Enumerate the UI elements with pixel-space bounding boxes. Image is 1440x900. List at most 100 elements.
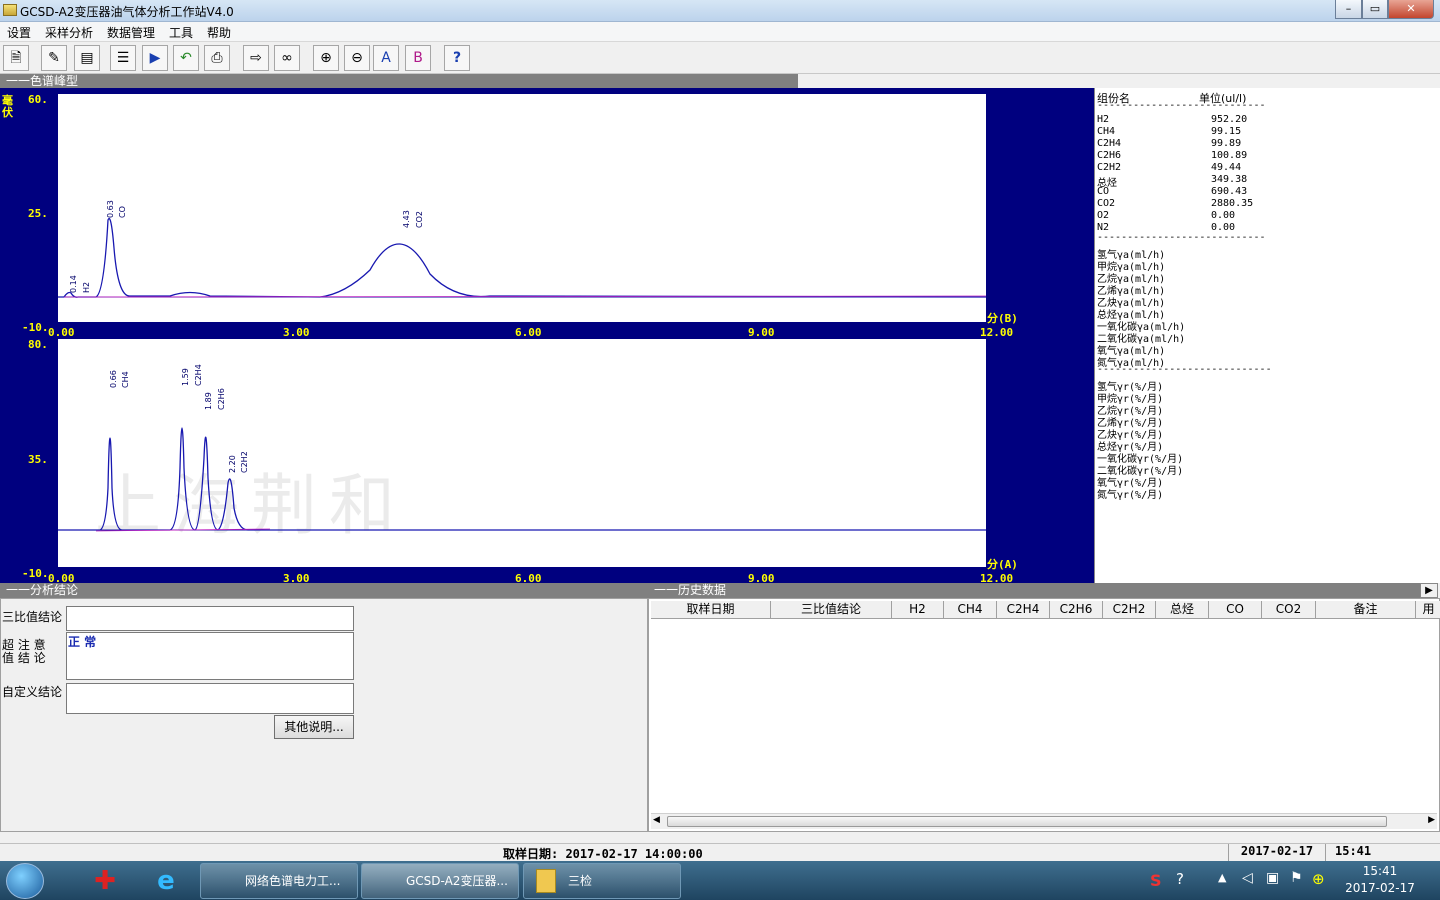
result-name: C2H2: [1097, 162, 1122, 173]
result-value: 100.89: [1211, 150, 1248, 161]
status-date: 2017-02-17: [1228, 844, 1326, 861]
history-col-header[interactable]: 备注: [1316, 601, 1416, 619]
menu-data[interactable]: 数据管理: [107, 24, 155, 41]
peak-name-ch4: CH4: [121, 371, 130, 388]
status-sample-date: 取样日期: 2017-02-17 14:00:00: [503, 847, 703, 861]
history-col-header[interactable]: CO: [1209, 601, 1262, 619]
folder-icon: [536, 869, 556, 893]
history-col-header[interactable]: 三比值结论: [771, 601, 892, 619]
undo-icon[interactable]: ↶: [173, 45, 199, 71]
run-icon[interactable]: ▶: [142, 45, 168, 71]
help-tray-icon[interactable]: ?: [1176, 870, 1184, 888]
open-file-icon[interactable]: 🗎: [3, 45, 29, 71]
history-col-header[interactable]: C2H6: [1050, 601, 1103, 619]
app-icon: [3, 4, 17, 16]
taskbar-item-gcsd[interactable]: GCSD-A2变压器...: [361, 863, 519, 899]
history-col-header[interactable]: C2H4: [997, 601, 1050, 619]
status-bar: 取样日期: 2017-02-17 14:00:00 2017-02-17 15:…: [0, 843, 1440, 861]
update-icon[interactable]: ⊕: [1312, 870, 1325, 888]
start-button[interactable]: [6, 863, 44, 899]
results-panel: 组份名 单位(ul/l) ---------------------------…: [1094, 88, 1440, 583]
history-panel: 取样日期 三比值结论 H2 CH4 C2H4 C2H6 C2H2 总烃 CO CO2 备注用 ◀ ▶: [648, 598, 1440, 832]
top-ytick-0: 60.: [28, 93, 48, 106]
help-icon[interactable]: ?: [444, 45, 470, 71]
window-title: GCSD-A2变压器油气体分析工作站V4.0: [20, 5, 234, 19]
menu-tools[interactable]: 工具: [169, 24, 193, 41]
history-expand-icon[interactable]: ▶: [1420, 583, 1438, 598]
menu-settings[interactable]: 设置: [7, 24, 31, 41]
taskbar-item-network[interactable]: 网络色谱电力工...: [200, 863, 358, 899]
y-axis-label-2: 伏: [2, 105, 13, 119]
clock-time[interactable]: 15:41: [1340, 864, 1420, 878]
history-col-header[interactable]: CH4: [944, 601, 997, 619]
volume-icon[interactable]: ◁: [1242, 870, 1253, 886]
history-col-header[interactable]: CO2: [1262, 601, 1316, 619]
bottom-unit-label: 分(A): [987, 557, 1018, 571]
menu-sampling[interactable]: 采样分析: [45, 24, 93, 41]
network-icon[interactable]: ▣: [1266, 870, 1279, 886]
history-hscrollbar[interactable]: ◀ ▶: [651, 813, 1437, 829]
edit-icon[interactable]: ✎: [41, 45, 67, 71]
history-col-header[interactable]: 用: [1416, 601, 1440, 619]
bottom-xtick-0: 0.00: [48, 572, 75, 583]
status-time: 15:41: [1335, 844, 1372, 858]
top-plot-bg: [58, 94, 986, 322]
taskbar-item-label: GCSD-A2变压器...: [406, 874, 508, 888]
list-icon[interactable]: ☰: [110, 45, 136, 71]
result-value: 690.43: [1211, 186, 1248, 197]
results-separator: ----------------------------: [1097, 232, 1266, 243]
menu-help[interactable]: 帮助: [207, 24, 231, 41]
peak-time-c2h4: 1.59: [181, 368, 190, 386]
top-xtick-2: 6.00: [515, 326, 542, 339]
bottom-xtick-1: 3.00: [283, 572, 310, 583]
binoculars-icon[interactable]: ∞: [274, 45, 300, 71]
sogou-icon[interactable]: S: [1150, 871, 1162, 890]
ratio-conclusion-label: 三比值结论: [2, 610, 63, 624]
other-notes-button[interactable]: 其他说明...: [274, 715, 354, 739]
history-col-header[interactable]: H2: [892, 601, 944, 619]
zoom-out-icon[interactable]: ⊖: [344, 45, 370, 71]
history-col-header[interactable]: 取样日期: [651, 601, 771, 619]
top-xtick-1: 3.00: [283, 326, 310, 339]
result-value: 952.20: [1211, 114, 1248, 125]
attention-conclusion-value: 正 常: [68, 635, 97, 649]
ie-icon[interactable]: e: [150, 866, 182, 896]
chrom-panel-header: 一一色谱峰型: [0, 74, 798, 88]
taskbar: ✚ e 网络色谱电力工... GCSD-A2变压器... 三检 S ? ▲ ◁ …: [0, 861, 1440, 900]
peak-name-c2h2: C2H2: [240, 451, 249, 473]
channel-a-icon[interactable]: A: [373, 45, 399, 71]
close-button[interactable]: ✕: [1388, 0, 1434, 19]
toolbar: 🗎 ✎ ▤ ☰ ▶ ↶ ⎙ ⇨ ∞ ⊕ ⊖ A B ?: [0, 42, 1440, 74]
ratio-conclusion-field[interactable]: [66, 606, 354, 631]
history-col-header[interactable]: C2H2: [1103, 601, 1156, 619]
result-name: O2: [1097, 210, 1110, 221]
history-header: 一一历史数据: [648, 583, 1420, 598]
pinned-app-icon[interactable]: ✚: [90, 866, 120, 896]
chromatogram-panel: 毫 伏 60. 25. -10. 0.00 3.00 6.00 9.00 12.…: [0, 88, 1094, 583]
zoom-in-icon[interactable]: ⊕: [313, 45, 339, 71]
bottom-ytick-2: -10.: [22, 567, 49, 580]
peak-time-c2h6: 1.89: [204, 392, 213, 410]
top-xtick-0: 0.00: [48, 326, 75, 339]
custom-conclusion-field[interactable]: [66, 683, 354, 714]
scroll-right-icon[interactable]: ▶: [1428, 815, 1435, 825]
history-col-header[interactable]: 总烃: [1156, 601, 1209, 619]
maximize-button[interactable]: ▭: [1362, 0, 1388, 19]
scroll-left-icon[interactable]: ◀: [653, 815, 660, 825]
attention-conclusion-field[interactable]: 正 常: [66, 632, 354, 680]
taskbar-item-folder[interactable]: 三检: [523, 863, 681, 899]
conclusion-header: 一一分析结论: [0, 583, 648, 598]
export-icon[interactable]: ⇨: [243, 45, 269, 71]
flag-icon[interactable]: ⚑: [1290, 870, 1303, 886]
print-icon[interactable]: ⎙: [204, 45, 230, 71]
result-value: 99.89: [1211, 138, 1242, 149]
attention-conclusion-label: 超 注 意 值 结 论: [2, 638, 46, 665]
scroll-thumb[interactable]: [667, 816, 1387, 827]
channel-b-icon[interactable]: B: [405, 45, 431, 71]
show-hidden-icon[interactable]: ▲: [1218, 871, 1226, 884]
peak-time-ch4: 0.66: [109, 370, 118, 388]
minimize-button[interactable]: –: [1335, 0, 1362, 19]
report-icon[interactable]: ▤: [74, 45, 100, 71]
bottom-xtick-4: 12.00: [980, 572, 1013, 583]
clock-date[interactable]: 2017-02-17: [1340, 881, 1420, 895]
